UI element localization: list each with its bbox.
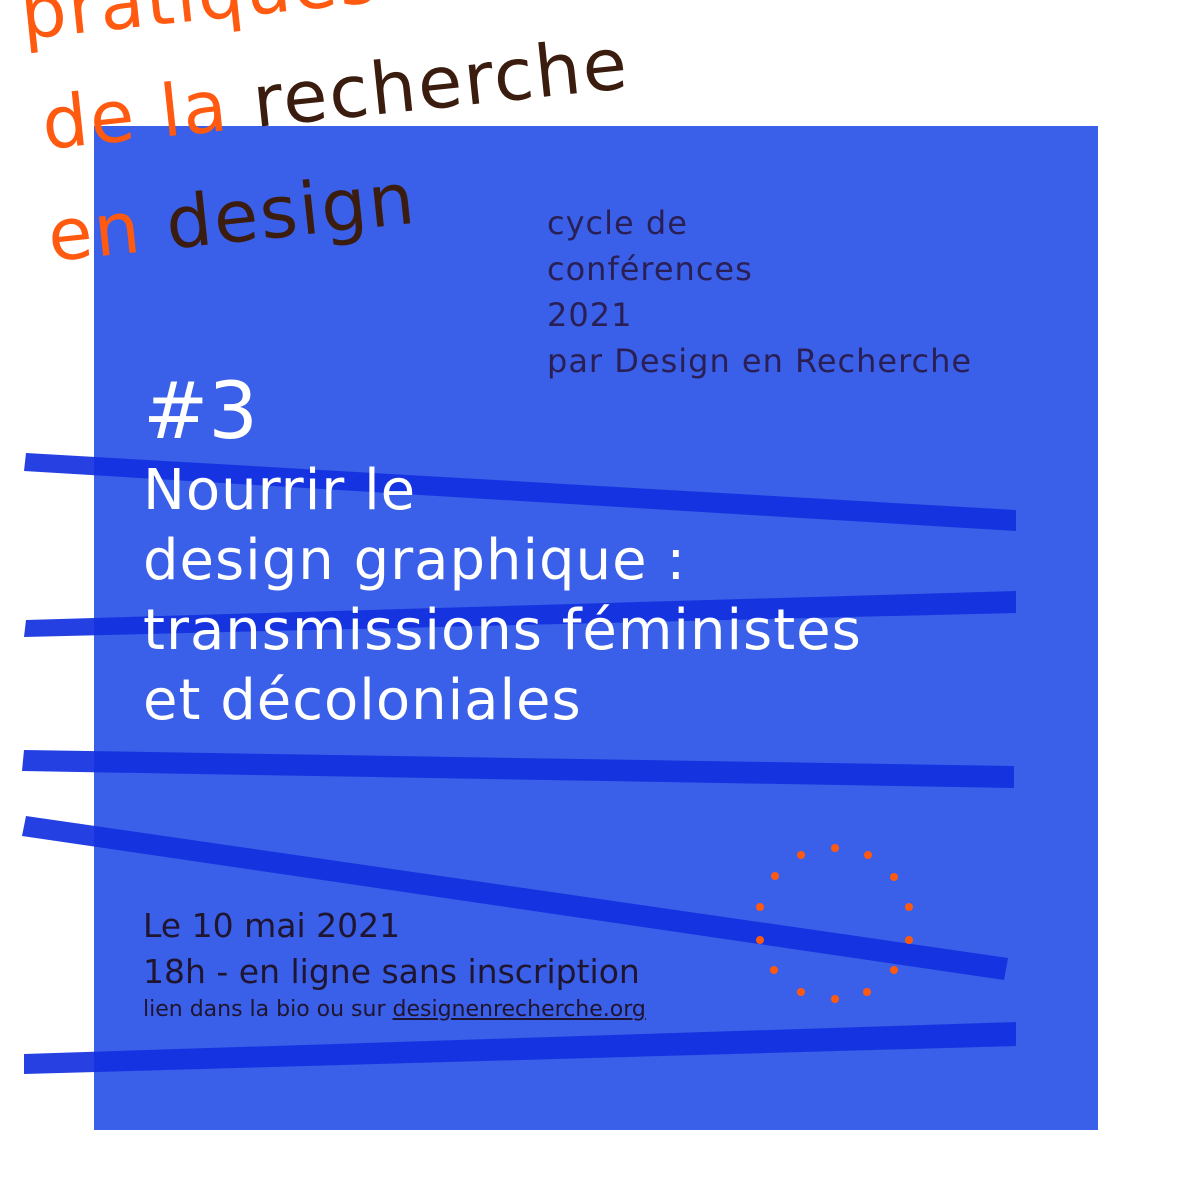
talk-block: #3 Nourrir le design graphique : transmi… [143,368,862,736]
cycle-year: 2021 [547,296,633,334]
event-link-line: lien dans la bio ou sur designenrecherch… [143,996,646,1024]
website-link[interactable]: designenrecherche.org [393,997,646,1022]
stripe-3 [22,750,1014,788]
cycle-line: cycle de [547,204,688,242]
cycle-line: conférences [547,250,753,288]
event-date: Le 10 mai 2021 [143,906,401,945]
link-prefix: lien dans la bio ou sur [143,997,393,1022]
talk-title-line: Nourrir le [143,458,417,523]
event-time: 18h - en ligne sans inscription [143,952,640,991]
talk-number: #3 [143,367,258,457]
cycle-info: cycle de conférences 2021 par Design en … [547,200,972,384]
stripe-5 [24,1022,1016,1074]
event-details: Le 10 mai 2021 18h - en ligne sans inscr… [143,904,646,1024]
talk-title-line: transmissions féministes [143,598,862,663]
title-design-word: design [161,155,421,266]
talk-title-line: et décoloniales [143,668,582,733]
dotted-circle-icon [756,844,913,1003]
title-en: en [43,182,171,279]
title-de-la: de la [37,60,258,167]
talk-title-line: design graphique : [143,528,687,593]
